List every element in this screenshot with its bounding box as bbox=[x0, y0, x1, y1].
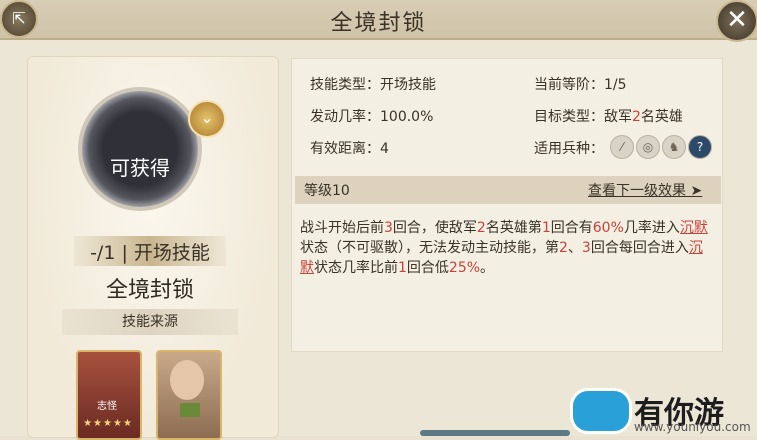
current-level: 当前等阶：1/5 bbox=[534, 77, 627, 93]
skill-detail-window: 全境封锁 ⇱ ✕ 可获得 ⌄ -/1 | 开场技能 全境封锁 技能来源 志怪 ★… bbox=[0, 0, 757, 440]
desc-text: 、 bbox=[567, 240, 582, 256]
cavalry-icon: ♞ bbox=[662, 135, 686, 159]
level-label: 等级10 bbox=[304, 183, 350, 199]
desc-text: 。 bbox=[480, 260, 495, 276]
skill-icon-ring bbox=[82, 91, 198, 207]
close-icon: ✕ bbox=[726, 5, 748, 35]
gamepad-icon bbox=[570, 388, 632, 434]
desc-text: 回合，使敌军 bbox=[392, 220, 477, 236]
hero-card-2-tag bbox=[180, 403, 200, 417]
hero-card-1-tag: 志怪 bbox=[97, 401, 117, 412]
trigger-rate: 发动几率：100.0% bbox=[310, 109, 434, 125]
desc-text: 状态几率比前 bbox=[314, 260, 398, 276]
desc-text: 名英雄第 bbox=[485, 220, 542, 236]
desc-text: 回合有 bbox=[550, 220, 593, 236]
effective-range: 有效距离：4 bbox=[310, 141, 389, 157]
skill-type: 技能类型：开场技能 bbox=[310, 77, 436, 93]
desc-text: 回合低 bbox=[406, 260, 449, 276]
help-icon[interactable]: ? bbox=[688, 135, 712, 159]
desc-number: 3 bbox=[384, 220, 393, 236]
desc-number: 3 bbox=[581, 240, 591, 256]
next-level-link[interactable]: 查看下一级效果 ➤ bbox=[588, 180, 702, 200]
silence-status-link[interactable]: 沉默 bbox=[680, 220, 708, 236]
desc-text: 战斗开始后前 bbox=[300, 220, 384, 236]
watermark-url: www.youniyou.com bbox=[634, 420, 751, 434]
close-button[interactable]: ✕ bbox=[716, 0, 757, 42]
desc-number: 2 bbox=[476, 220, 486, 236]
target-type-suffix: 名英雄 bbox=[640, 109, 683, 125]
obtain-status: 可获得 bbox=[110, 156, 170, 180]
chevron-down-icon[interactable]: ⌄ bbox=[188, 100, 226, 138]
troop-type-label: 适用兵种： bbox=[534, 141, 604, 157]
target-type: 目标类型：敌军2名英雄 bbox=[534, 106, 683, 126]
desc-number: 60% bbox=[592, 220, 624, 236]
desc-number: 2 bbox=[559, 240, 568, 256]
target-type-prefix: 目标类型：敌军 bbox=[534, 109, 632, 125]
desc-text: 几率进入 bbox=[623, 220, 680, 236]
target-type-count: 2 bbox=[632, 109, 641, 125]
watermark: 有你游 www.youniyou.com bbox=[570, 380, 757, 436]
hero-portrait bbox=[170, 360, 204, 400]
share-icon: ⇱ bbox=[12, 9, 26, 28]
desc-text: 回合每回合进入 bbox=[590, 240, 689, 256]
share-button[interactable]: ⇱ bbox=[0, 0, 38, 38]
level-type-text: -/1 | 开场技能 bbox=[90, 242, 210, 264]
desc-number: 1 bbox=[541, 220, 551, 236]
skill-name: 全境封锁 bbox=[105, 278, 194, 303]
bottom-strip bbox=[420, 430, 570, 436]
page-title: 全境封锁 bbox=[330, 11, 427, 36]
hero-card-1-stars: ★★★★★ bbox=[83, 418, 133, 429]
shield-icon: ◎ bbox=[636, 135, 660, 159]
skill-source-label: 技能来源 bbox=[62, 309, 238, 335]
desc-text: 状态（不可驱散），无法发动主动技能，第 bbox=[300, 240, 559, 256]
desc-number: 25% bbox=[448, 260, 481, 276]
skill-detail-panel bbox=[291, 58, 723, 352]
skill-description: 战斗开始后前3回合，使敌军2名英雄第1回合有60%几率进入沉默状态（不可驱散），… bbox=[300, 218, 715, 278]
infantry-icon: ⁄ bbox=[610, 135, 634, 159]
desc-number: 1 bbox=[398, 260, 407, 276]
